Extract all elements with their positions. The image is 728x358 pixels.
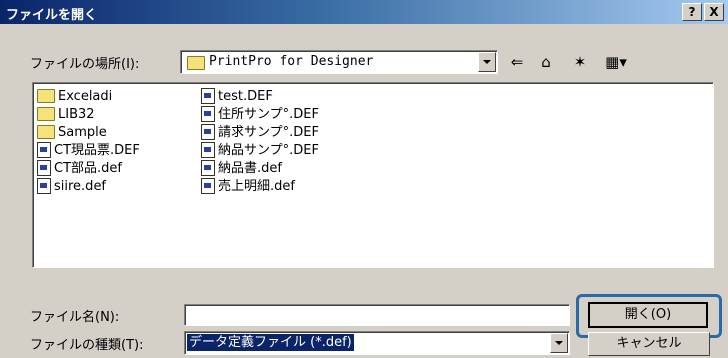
- new-folder-icon[interactable]: ✶: [571, 54, 589, 70]
- folder-icon: [37, 106, 55, 121]
- list-item[interactable]: test.DEF: [201, 87, 273, 106]
- filetype-label: ファイルの種類(T):: [30, 338, 144, 353]
- list-item[interactable]: 請求サンプ°.DEF: [201, 123, 319, 142]
- file-icon: [201, 105, 215, 122]
- file-icon: [37, 177, 51, 194]
- cancel-button[interactable]: キャンセル: [588, 332, 710, 356]
- filetype-dropdown-button[interactable]: [550, 333, 568, 353]
- list-item[interactable]: 住所サンプ°.DEF: [201, 105, 319, 124]
- open-button[interactable]: 開く(O): [588, 302, 708, 328]
- look-in-label: ファイルの場所(I):: [30, 57, 140, 72]
- look-in-value: PrintPro for Designer: [209, 54, 374, 69]
- list-item[interactable]: 納品書.def: [201, 159, 282, 178]
- list-item[interactable]: CT部品.def: [37, 159, 122, 178]
- title-bar[interactable]: ファイルを開く ? X: [0, 0, 728, 24]
- folder-icon: [37, 88, 55, 103]
- list-item[interactable]: siire.def: [37, 177, 106, 196]
- file-icon: [201, 123, 215, 140]
- file-icon: [37, 141, 51, 158]
- file-icon: [201, 87, 215, 104]
- back-arrow-icon[interactable]: ⇐: [508, 54, 526, 70]
- filename-input[interactable]: [184, 304, 570, 326]
- list-item[interactable]: LIB32: [37, 106, 95, 124]
- open-file-dialog: ファイルを開く ? X ファイルの場所(I): PrintPro for Des…: [0, 0, 728, 358]
- list-item[interactable]: Exceladi: [37, 88, 112, 106]
- open-button-label: 開く(O): [624, 307, 672, 322]
- list-item[interactable]: 売上明細.def: [201, 177, 295, 196]
- filetype-value: データ定義ファイル (*.def): [187, 334, 354, 351]
- window-title: ファイルを開く: [6, 8, 98, 23]
- look-in-dropdown-button[interactable]: [478, 52, 496, 72]
- file-icon: [201, 177, 215, 194]
- list-item[interactable]: Sample: [37, 124, 107, 142]
- file-icon: [37, 159, 51, 176]
- help-button[interactable]: ?: [682, 3, 702, 21]
- file-icon: [201, 141, 215, 158]
- list-item[interactable]: 納品サンプ°.DEF: [201, 141, 319, 160]
- folder-icon: [37, 124, 55, 139]
- file-icon: [201, 159, 215, 176]
- folder-icon: [187, 56, 205, 70]
- look-in-combo[interactable]: PrintPro for Designer: [180, 50, 498, 74]
- cancel-button-label: キャンセル: [616, 336, 682, 351]
- filetype-select[interactable]: データ定義ファイル (*.def): [184, 331, 570, 355]
- filename-label: ファイル名(N):: [30, 310, 120, 325]
- file-list[interactable]: Exceladi LIB32 Sample CT現品票.DEF CT部品.def…: [32, 82, 714, 268]
- list-item[interactable]: CT現品票.DEF: [37, 141, 140, 160]
- up-folder-icon[interactable]: ⌂: [537, 54, 555, 70]
- view-menu-icon[interactable]: ▦▾: [603, 54, 629, 70]
- close-button[interactable]: X: [704, 3, 724, 21]
